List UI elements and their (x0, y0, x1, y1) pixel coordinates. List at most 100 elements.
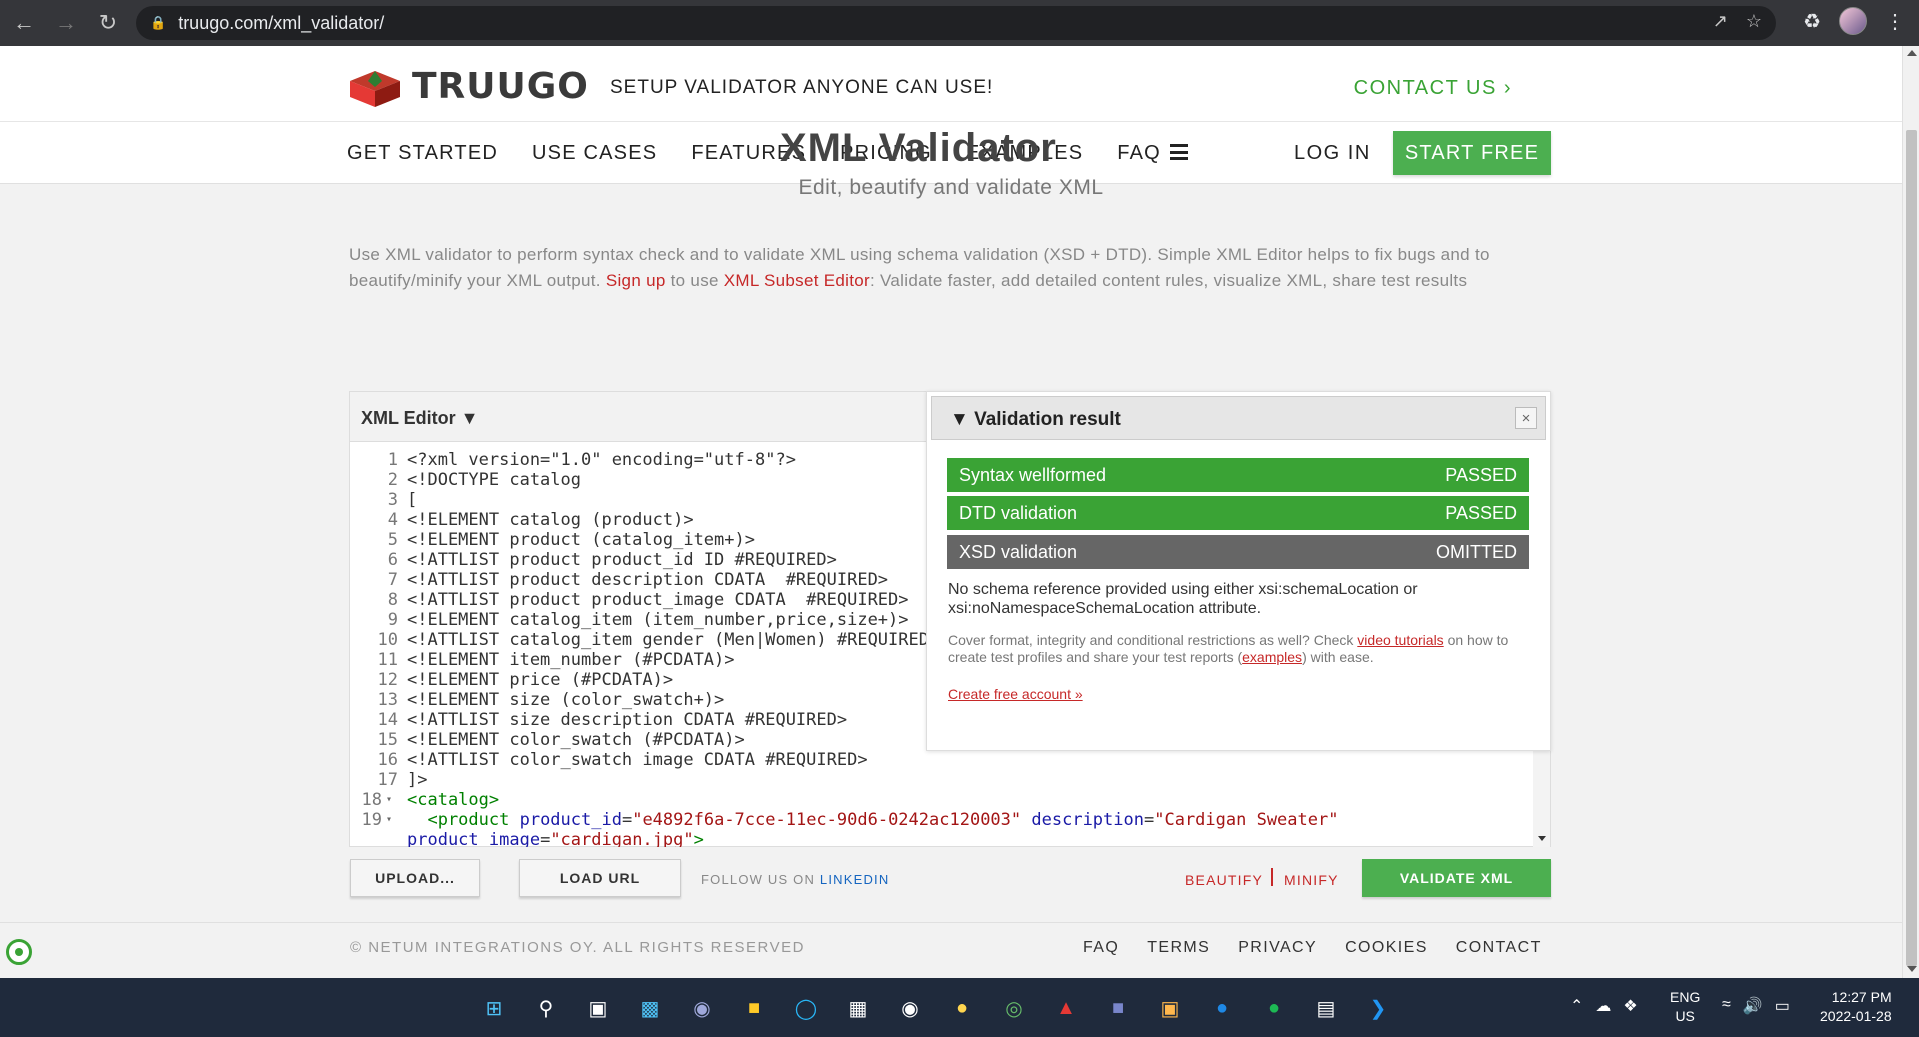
language-indicator[interactable]: ENG US (1670, 988, 1700, 1026)
footer-contact-link[interactable]: CONTACT (1456, 939, 1542, 957)
back-icon[interactable]: ← (6, 5, 42, 41)
file-explorer-icon[interactable]: ■ (736, 990, 772, 1026)
code-token: product_image (407, 830, 541, 847)
extensions-icon[interactable]: ♻ (1803, 9, 1821, 34)
contact-us-link[interactable]: CONTACT US › (1354, 77, 1512, 100)
editor-title-dropdown[interactable]: XML Editor ▼ (361, 408, 478, 429)
chat-widget-icon[interactable] (6, 939, 32, 965)
create-free-account-link[interactable]: Create free account » (948, 686, 1083, 702)
widgets-icon[interactable]: ▩ (632, 990, 668, 1026)
task-view-icon[interactable]: ▣ (580, 990, 616, 1026)
code-token: product_id (519, 810, 622, 830)
line-number: 1 (387, 450, 398, 470)
profile-avatar[interactable] (1839, 7, 1867, 35)
line-number: 5 (387, 530, 398, 550)
nav-get-started[interactable]: GET STARTED (347, 142, 498, 165)
chrome-icon[interactable]: ◎ (996, 990, 1032, 1026)
load-url-button[interactable]: LOAD URL (519, 859, 681, 897)
teams-icon[interactable]: ■ (1100, 990, 1136, 1026)
status-badge: PASSED (1445, 502, 1517, 523)
code-token: > (693, 830, 704, 847)
scrollbar-thumb[interactable] (1906, 130, 1917, 966)
footer-privacy-link[interactable]: PRIVACY (1238, 939, 1317, 957)
line-number: 19 (361, 810, 382, 830)
validation-result-title[interactable]: ▼ Validation result (950, 409, 1121, 431)
mcafee-icon[interactable]: ▲ (1048, 990, 1084, 1026)
line-number: 10 (377, 630, 398, 650)
page-footer: © NETUM INTEGRATIONS OY. ALL RIGHTS RESE… (0, 922, 1902, 978)
login-link[interactable]: LOG IN (1294, 142, 1371, 165)
divider (1271, 868, 1273, 886)
upload-button[interactable]: UPLOAD... (350, 859, 480, 897)
code-line: product_image="cardigan.jpg"> (407, 830, 704, 847)
menu-kebab-icon[interactable]: ⋮ (1885, 9, 1905, 34)
clock-time: 12:27 PM (1831, 989, 1892, 1005)
clock[interactable]: 12:27 PM 2022-01-28 (1820, 988, 1892, 1026)
dropbox-icon[interactable]: ❖ (1623, 996, 1637, 1016)
nav-faq[interactable]: FAQ (1117, 142, 1161, 165)
github-icon[interactable]: ◉ (892, 990, 928, 1026)
code-line: <!ELEMENT catalog (product)> (407, 510, 694, 530)
tagline: SETUP VALIDATOR ANYONE CAN USE! (610, 77, 994, 98)
maps-icon[interactable]: ● (1204, 990, 1240, 1026)
start-icon[interactable]: ⊞ (476, 990, 512, 1026)
reload-icon[interactable]: ↻ (90, 5, 126, 41)
chevron-up-icon[interactable]: ⌃ (1570, 996, 1583, 1016)
code-line: <product product_id="e4892f6a-7cce-11ec-… (407, 810, 1338, 830)
footer-terms-link[interactable]: TERMS (1147, 939, 1210, 957)
edge-icon[interactable]: ◯ (788, 990, 824, 1026)
code-line: <!ELEMENT catalog_item (item_number,pric… (407, 610, 909, 630)
notepad-icon[interactable]: ▤ (1308, 990, 1344, 1026)
truugo-logo[interactable]: TRUUGO (346, 66, 589, 107)
search-icon[interactable]: ⚲ (528, 990, 564, 1026)
volume-icon[interactable]: 🔊 (1743, 996, 1763, 1016)
validation-note: Cover format, integrity and conditional … (948, 632, 1538, 666)
xml-subset-editor-link[interactable]: XML Subset Editor (724, 271, 870, 290)
code-line: <!ATTLIST catalog_item gender (Men|Women… (407, 630, 940, 650)
spotify-icon[interactable]: ● (1256, 990, 1292, 1026)
video-tutorials-link[interactable]: video tutorials (1357, 632, 1443, 648)
lang-code: ENG (1670, 989, 1701, 1005)
code-line: <?xml version="1.0" encoding="utf-8"?> (407, 450, 796, 470)
wifi-icon[interactable]: ≈ (1722, 996, 1731, 1016)
validate-xml-button[interactable]: VALIDATE XML (1362, 859, 1551, 897)
hamburger-menu-icon[interactable] (1170, 144, 1188, 160)
linkedin-link[interactable]: LINKEDIN (820, 872, 890, 887)
onedrive-icon[interactable]: ☁ (1595, 996, 1611, 1016)
code-token: "Cardigan Sweater" (1154, 810, 1339, 830)
code-token: "cardigan.jpg" (550, 830, 694, 847)
code-token: = (540, 830, 551, 847)
xml-tag: <catalog> (407, 790, 500, 810)
network-app-icon[interactable]: ▣ (1152, 990, 1188, 1026)
top-header: TRUUGO SETUP VALIDATOR ANYONE CAN USE! C… (0, 46, 1902, 122)
nav-use-cases[interactable]: USE CASES (532, 142, 657, 165)
battery-icon[interactable]: ▭ (1775, 996, 1790, 1016)
vscode-icon[interactable]: ❯ (1360, 990, 1396, 1026)
close-icon[interactable]: × (1515, 407, 1537, 429)
forward-icon[interactable]: → (48, 5, 84, 41)
start-free-button[interactable]: START FREE (1393, 131, 1551, 175)
code-token: "e4892f6a-7cce-11ec-90d6-0242ac120003" (632, 810, 1022, 830)
url-text[interactable]: truugo.com/xml_validator/ (178, 13, 384, 34)
code-line: <!ATTLIST size description CDATA #REQUIR… (407, 710, 848, 730)
lock-icon: 🔒 (150, 15, 167, 30)
address-bar[interactable]: 🔒 truugo.com/xml_validator/ ↗ ☆ (136, 6, 1776, 40)
page-title-text: XML Validator (780, 126, 1057, 170)
share-icon[interactable]: ↗ (1713, 11, 1728, 32)
note-text: ) with ease. (1302, 649, 1374, 665)
sign-up-link[interactable]: Sign up (606, 271, 666, 290)
beautify-link[interactable]: BEAUTIFY (1185, 872, 1263, 888)
minify-link[interactable]: MINIFY (1284, 872, 1339, 888)
python-icon[interactable]: ● (944, 990, 980, 1026)
line-number: 15 (377, 730, 398, 750)
line-number: 16 (377, 750, 398, 770)
footer-faq-link[interactable]: FAQ (1083, 939, 1119, 957)
code-line: <!ATTLIST product description CDATA #REQ… (407, 570, 889, 590)
store-icon[interactable]: ▦ (840, 990, 876, 1026)
examples-link[interactable]: examples (1242, 649, 1302, 665)
footer-cookies-link[interactable]: COOKIES (1345, 939, 1428, 957)
chat-icon[interactable]: ◉ (684, 990, 720, 1026)
intro-part: to use (665, 271, 724, 290)
page-scrollbar[interactable] (1902, 46, 1919, 978)
bookmark-star-icon[interactable]: ☆ (1746, 11, 1762, 32)
